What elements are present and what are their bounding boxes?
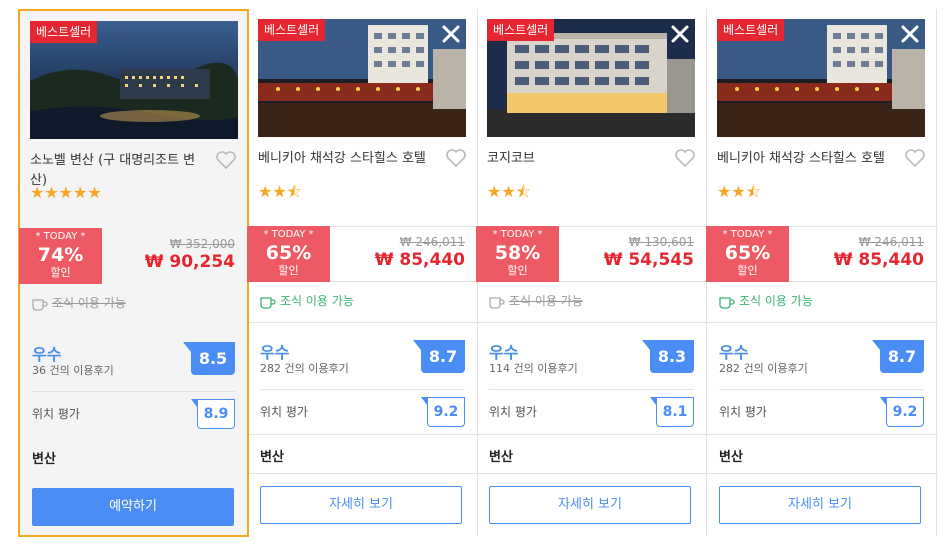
close-icon[interactable]: [899, 23, 921, 45]
divider: [32, 391, 235, 392]
today-discount-box: * TODAY * 65% 할인: [247, 226, 330, 282]
hotel-photo: 베스트셀러: [717, 19, 925, 137]
area-name: 변산: [32, 452, 56, 467]
today-label: * TODAY *: [263, 229, 314, 240]
star-rating: ★★⯪: [487, 182, 531, 201]
hotel-card[interactable]: 베스트셀러 코지코브 ★★⯪ * TODAY * 58% 할인 ₩ 130,60…: [476, 9, 706, 536]
breakfast-info: 조식 이용 가능: [489, 292, 583, 309]
breakfast-info: 조식 이용 가능: [719, 292, 813, 309]
hotel-name[interactable]: 코지코브: [487, 149, 667, 169]
coffee-cup-icon: [32, 299, 48, 311]
discount-label: 할인: [278, 264, 299, 277]
review-count[interactable]: 282 건의 이용후기: [719, 360, 808, 376]
original-price: ₩ 246,011: [399, 235, 465, 249]
bestseller-badge: 베스트셀러: [258, 19, 326, 41]
hotel-name[interactable]: 베니키아 채석강 스타힐스 호텔: [258, 149, 438, 169]
location-label: 위치 평가: [719, 405, 767, 419]
divider: [260, 389, 465, 390]
location-score: 9.2: [421, 397, 465, 427]
review-score: 8.7: [872, 340, 924, 373]
discount-label: 할인: [737, 264, 758, 277]
sale-price: ₩ 90,254: [144, 252, 235, 272]
hotel-photo: 베스트셀러: [30, 21, 238, 139]
book-button[interactable]: 예약하기: [32, 488, 234, 526]
review-count[interactable]: 114 건의 이용후기: [489, 360, 578, 376]
heart-outline-icon[interactable]: [445, 148, 467, 168]
coffee-cup-icon: [489, 297, 505, 309]
location-score: 8.9: [191, 399, 235, 429]
heart-outline-icon[interactable]: [674, 148, 696, 168]
today-discount-box: * TODAY * 74% 할인: [19, 228, 102, 284]
location-label: 위치 평가: [260, 405, 308, 419]
divider: [489, 389, 694, 390]
today-label: * TODAY *: [35, 231, 86, 242]
divider: [719, 389, 924, 390]
discount-percent: 58%: [494, 242, 541, 264]
bestseller-badge: 베스트셀러: [487, 19, 555, 41]
location-score: 8.1: [650, 397, 694, 427]
discount-percent: 65%: [265, 242, 312, 264]
heart-outline-icon[interactable]: [215, 150, 237, 170]
star-rating: ★★⯪: [258, 182, 302, 201]
bestseller-badge: 베스트셀러: [717, 19, 785, 41]
location-label: 위치 평가: [32, 407, 80, 421]
heart-outline-icon[interactable]: [904, 148, 926, 168]
today-discount-box: * TODAY * 65% 할인: [706, 226, 789, 282]
today-label: * TODAY *: [492, 229, 543, 240]
star-rating: ★★⯪: [717, 182, 761, 201]
sale-price: ₩ 85,440: [833, 250, 924, 270]
sale-price: ₩ 85,440: [374, 250, 465, 270]
close-icon[interactable]: [669, 23, 691, 45]
close-icon[interactable]: [440, 23, 462, 45]
hotel-name[interactable]: 베니키아 채석강 스타힐스 호텔: [717, 149, 897, 169]
today-discount-box: * TODAY * 58% 할인: [476, 226, 559, 282]
area-name: 변산: [260, 450, 284, 465]
location-score: 9.2: [880, 397, 924, 427]
original-price: ₩ 246,011: [858, 235, 924, 249]
discount-label: 할인: [50, 266, 71, 279]
hotel-comparison: 베스트셀러 소노벨 변산 (구 대명리조트 변산) ★★★★★ * TODAY …: [0, 0, 952, 549]
review-count[interactable]: 36 건의 이용후기: [32, 362, 114, 378]
original-price: ₩ 352,000: [169, 237, 235, 251]
area-name: 변산: [719, 450, 743, 465]
today-label: * TODAY *: [722, 229, 773, 240]
coffee-cup-icon: [719, 297, 735, 309]
star-rating: ★★★★★: [30, 183, 102, 202]
coffee-cup-icon: [260, 297, 276, 309]
bestseller-badge: 베스트셀러: [30, 21, 98, 43]
review-score: 8.3: [642, 340, 694, 373]
breakfast-info: 조식 이용 가능: [32, 294, 126, 311]
details-button[interactable]: 자세히 보기: [719, 486, 921, 524]
column-divider: [936, 9, 937, 536]
area-name: 변산: [489, 450, 513, 465]
sale-price: ₩ 54,545: [603, 250, 694, 270]
hotel-card-selected[interactable]: 베스트셀러 소노벨 변산 (구 대명리조트 변산) ★★★★★ * TODAY …: [18, 9, 249, 537]
discount-label: 할인: [507, 264, 528, 277]
discount-percent: 74%: [37, 244, 84, 266]
breakfast-info: 조식 이용 가능: [260, 292, 354, 309]
hotel-photo: 베스트셀러: [487, 19, 695, 137]
details-button[interactable]: 자세히 보기: [260, 486, 462, 524]
hotel-photo: 베스트셀러: [258, 19, 466, 137]
discount-percent: 65%: [724, 242, 771, 264]
details-button[interactable]: 자세히 보기: [489, 486, 691, 524]
review-score: 8.5: [183, 342, 235, 375]
location-label: 위치 평가: [489, 405, 537, 419]
hotel-card[interactable]: 베스트셀러 베니키아 채석강 스타힐스 호텔 ★★⯪ * TODAY * 65%…: [706, 9, 936, 536]
review-count[interactable]: 282 건의 이용후기: [260, 360, 349, 376]
review-score: 8.7: [413, 340, 465, 373]
hotel-card[interactable]: 베스트셀러 베니키아 채석강 스타힐스 호텔 ★★⯪ * TODAY * 65%…: [247, 9, 477, 536]
original-price: ₩ 130,601: [628, 235, 694, 249]
